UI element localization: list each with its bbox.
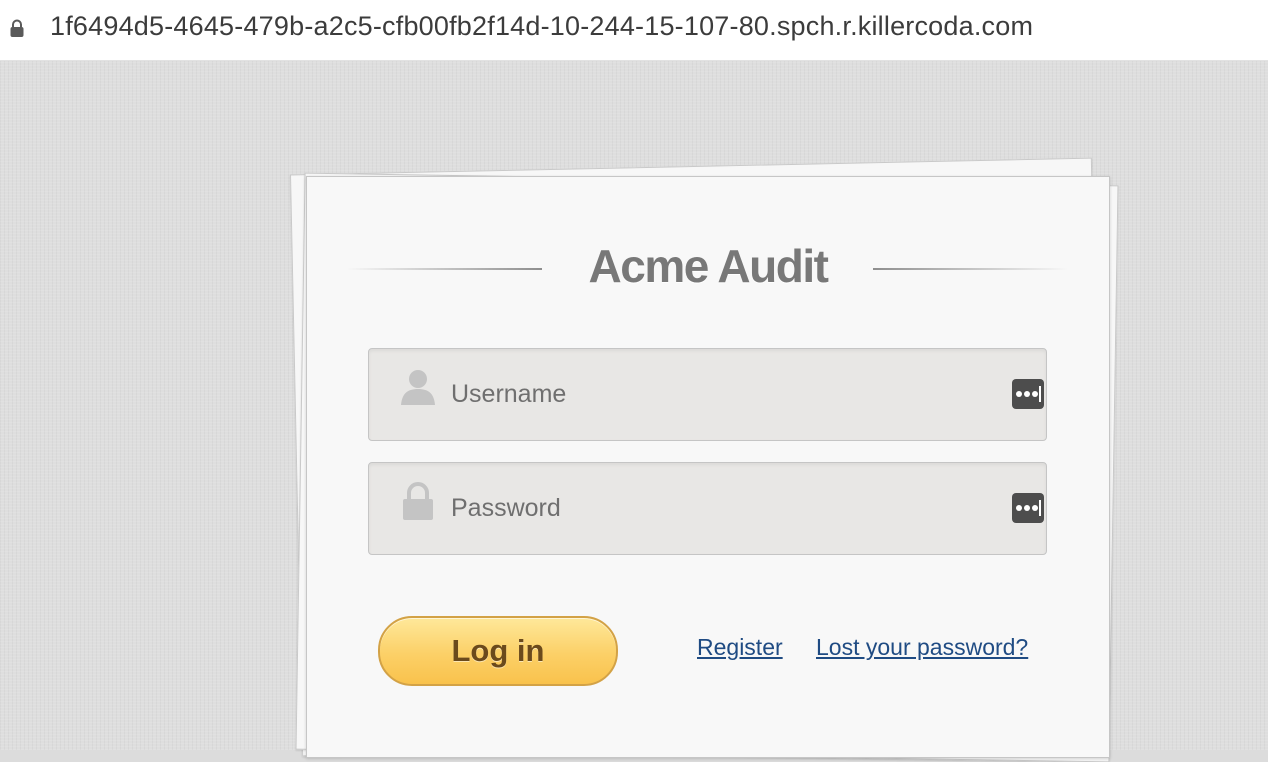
username-field[interactable]: Username bbox=[368, 348, 1047, 441]
title-divider-left bbox=[347, 268, 542, 270]
password-manager-icon[interactable] bbox=[1012, 493, 1044, 523]
page-background: Acme Audit Username Password Log in Regi… bbox=[0, 61, 1268, 762]
register-link[interactable]: Register bbox=[697, 634, 783, 661]
lost-password-link[interactable]: Lost your password? bbox=[816, 634, 1028, 661]
url-text[interactable]: 1f6494d5-4645-479b-a2c5-cfb00fb2f14d-10-… bbox=[50, 11, 1033, 42]
password-manager-icon[interactable] bbox=[1012, 379, 1044, 409]
password-field[interactable]: Password bbox=[368, 462, 1047, 555]
user-icon bbox=[401, 370, 435, 405]
browser-address-bar[interactable]: 1f6494d5-4645-479b-a2c5-cfb00fb2f14d-10-… bbox=[0, 0, 1268, 61]
lock-icon bbox=[10, 19, 24, 37]
username-placeholder: Username bbox=[451, 380, 567, 408]
login-card: Acme Audit Username Password Log in Regi… bbox=[306, 176, 1110, 758]
app-title: Acme Audit bbox=[588, 240, 829, 292]
login-button[interactable]: Log in bbox=[378, 616, 618, 686]
title-divider-right bbox=[873, 268, 1068, 270]
padlock-icon bbox=[403, 482, 433, 520]
password-placeholder: Password bbox=[451, 494, 561, 522]
